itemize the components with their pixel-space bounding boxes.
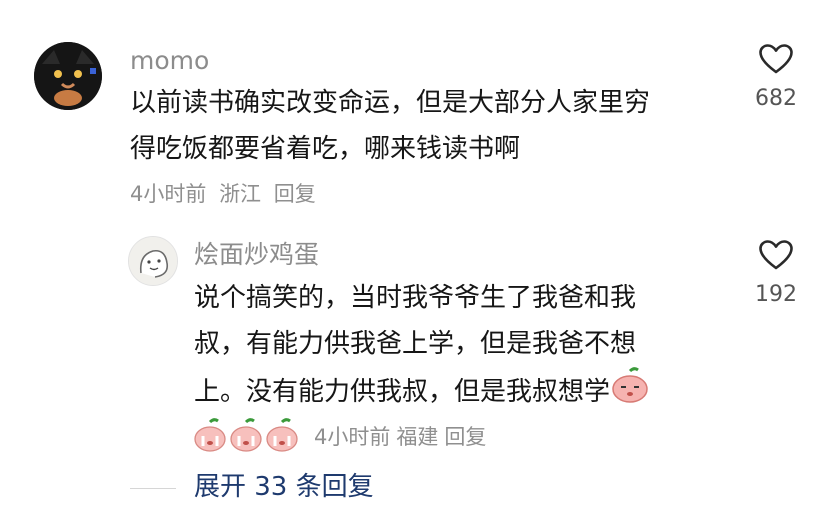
- reply-button[interactable]: 回复: [274, 182, 316, 206]
- avatar-doodle-icon: [129, 237, 177, 285]
- heart-icon: [759, 44, 793, 74]
- reply-text-line: 上。没有能力供我叔，但是我叔想学: [194, 377, 611, 407]
- expand-replies-button[interactable]: 展开 33 条回复: [194, 474, 374, 500]
- reply-text-line: 说个搞笑的，当时我爷爷生了我爸和我: [194, 283, 637, 313]
- reply-text-line-with-emoji: 上。没有能力供我叔，但是我叔想学: [194, 367, 650, 418]
- reply-username[interactable]: 烩面炒鸡蛋: [194, 242, 319, 267]
- like-button[interactable]: 682: [744, 44, 808, 110]
- reply-meta: 4小时前 福建 回复: [192, 418, 492, 456]
- comment-location: 浙江: [219, 182, 262, 206]
- reply-like-button[interactable]: 192: [744, 240, 808, 306]
- reply-time: 4小时前: [314, 424, 391, 449]
- peach-face-emoji: [610, 367, 650, 418]
- comment-text-line: 以前读书确实改变命运，但是大部分人家里穷: [130, 88, 651, 118]
- avatar[interactable]: [34, 42, 102, 110]
- reply-text-line: 叔，有能力供我爸上学，但是我爸不想: [194, 329, 637, 359]
- comment-text-line: 得吃饭都要省着吃，哪来钱读书啊: [130, 134, 521, 164]
- reply-reply-button[interactable]: 回复: [444, 426, 486, 448]
- reply-avatar[interactable]: [128, 236, 178, 286]
- comment-username[interactable]: momo: [130, 48, 209, 73]
- comment-time: 4小时前: [130, 182, 207, 206]
- avatar-cat-icon: [34, 42, 102, 110]
- reply-like-count: 192: [755, 282, 797, 307]
- heart-icon: [759, 240, 793, 270]
- reply-location: 福建: [396, 424, 439, 449]
- comment-text: 以前读书确实改变命运，但是大部分人家里穷 得吃饭都要省着吃，哪来钱读书啊: [130, 80, 650, 172]
- reply-text: 说个搞笑的，当时我爷爷生了我爸和我 叔，有能力供我爸上学，但是我爸不想 上。没有…: [194, 275, 650, 418]
- like-count: 682: [755, 86, 797, 111]
- crying-peach-emoji: [192, 418, 300, 456]
- comment-meta: 4小时前 浙江 回复: [130, 184, 322, 205]
- expand-divider: [130, 488, 176, 489]
